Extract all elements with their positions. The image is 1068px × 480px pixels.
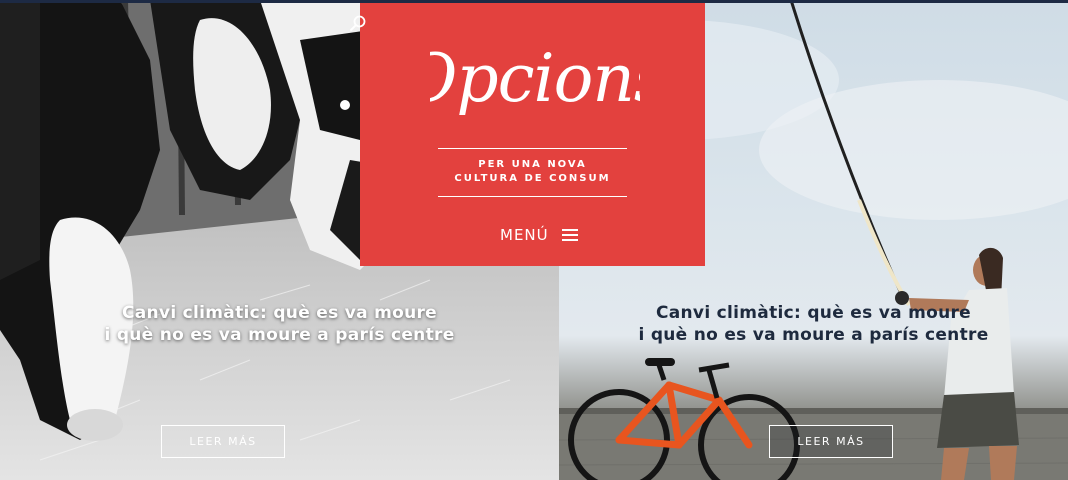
logo-text: Opcions [430, 40, 640, 117]
site-header-logo[interactable]: Opcions PER UNA NOVA CULTURA DE CONSUM M… [360, 3, 705, 266]
tagline-rule-top [438, 148, 627, 149]
tagline-line1: PER UNA NOVA [478, 159, 587, 170]
article-title-line1: Canvi climàtic: què es va moure [655, 303, 971, 323]
article-title-line2: i què no es va moure a parís centre [104, 325, 455, 345]
article-title-right[interactable]: Canvi climàtic: què es va moure i què no… [559, 302, 1068, 346]
search-icon[interactable] [349, 14, 367, 32]
read-more-button[interactable]: LEER MÁS [161, 425, 285, 458]
menu-button[interactable]: MENÚ [500, 224, 578, 246]
read-more-button[interactable]: LEER MÁS [769, 425, 893, 458]
opcions-logo[interactable]: Opcions [430, 27, 640, 131]
tagline-line2: CULTURA DE CONSUM [454, 173, 611, 184]
article-title-line1: Canvi climàtic: què es va moure [121, 303, 437, 323]
top-border [0, 0, 1068, 3]
hamburger-icon[interactable] [561, 229, 578, 241]
tagline: PER UNA NOVA CULTURA DE CONSUM [420, 158, 645, 186]
article-title-left[interactable]: Canvi climàtic: què es va moure i què no… [0, 302, 559, 346]
tagline-rule-bottom [438, 196, 627, 197]
article-title-line2: i què no es va moure a parís centre [638, 325, 989, 345]
menu-label: MENÚ [500, 226, 549, 244]
